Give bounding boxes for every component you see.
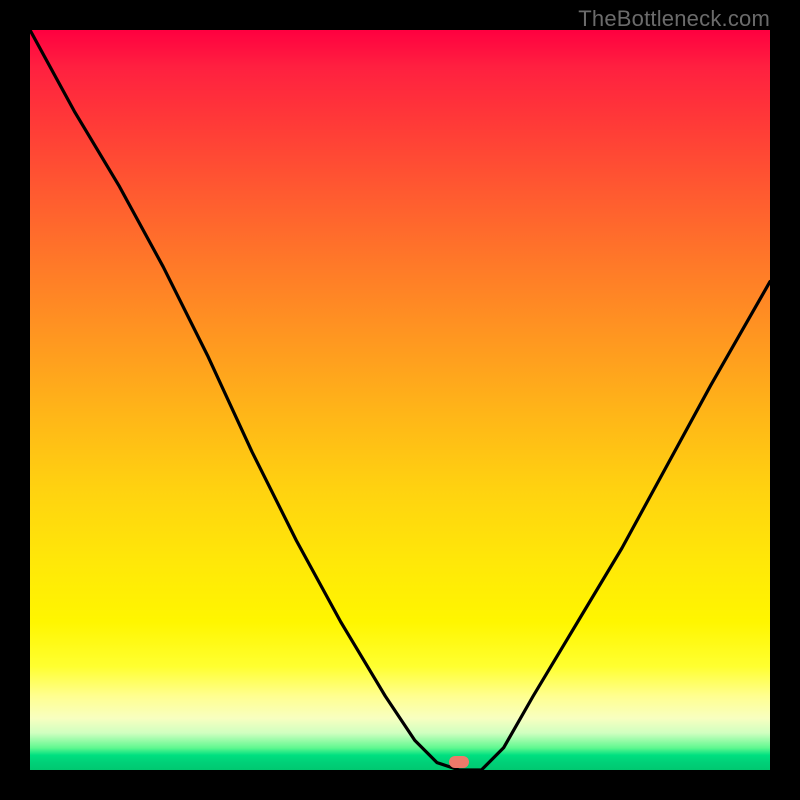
optimal-marker xyxy=(449,756,469,768)
chart-frame: TheBottleneck.com xyxy=(0,0,800,800)
watermark-text: TheBottleneck.com xyxy=(578,6,770,32)
bottleneck-curve xyxy=(30,30,770,770)
plot-area xyxy=(30,30,770,770)
